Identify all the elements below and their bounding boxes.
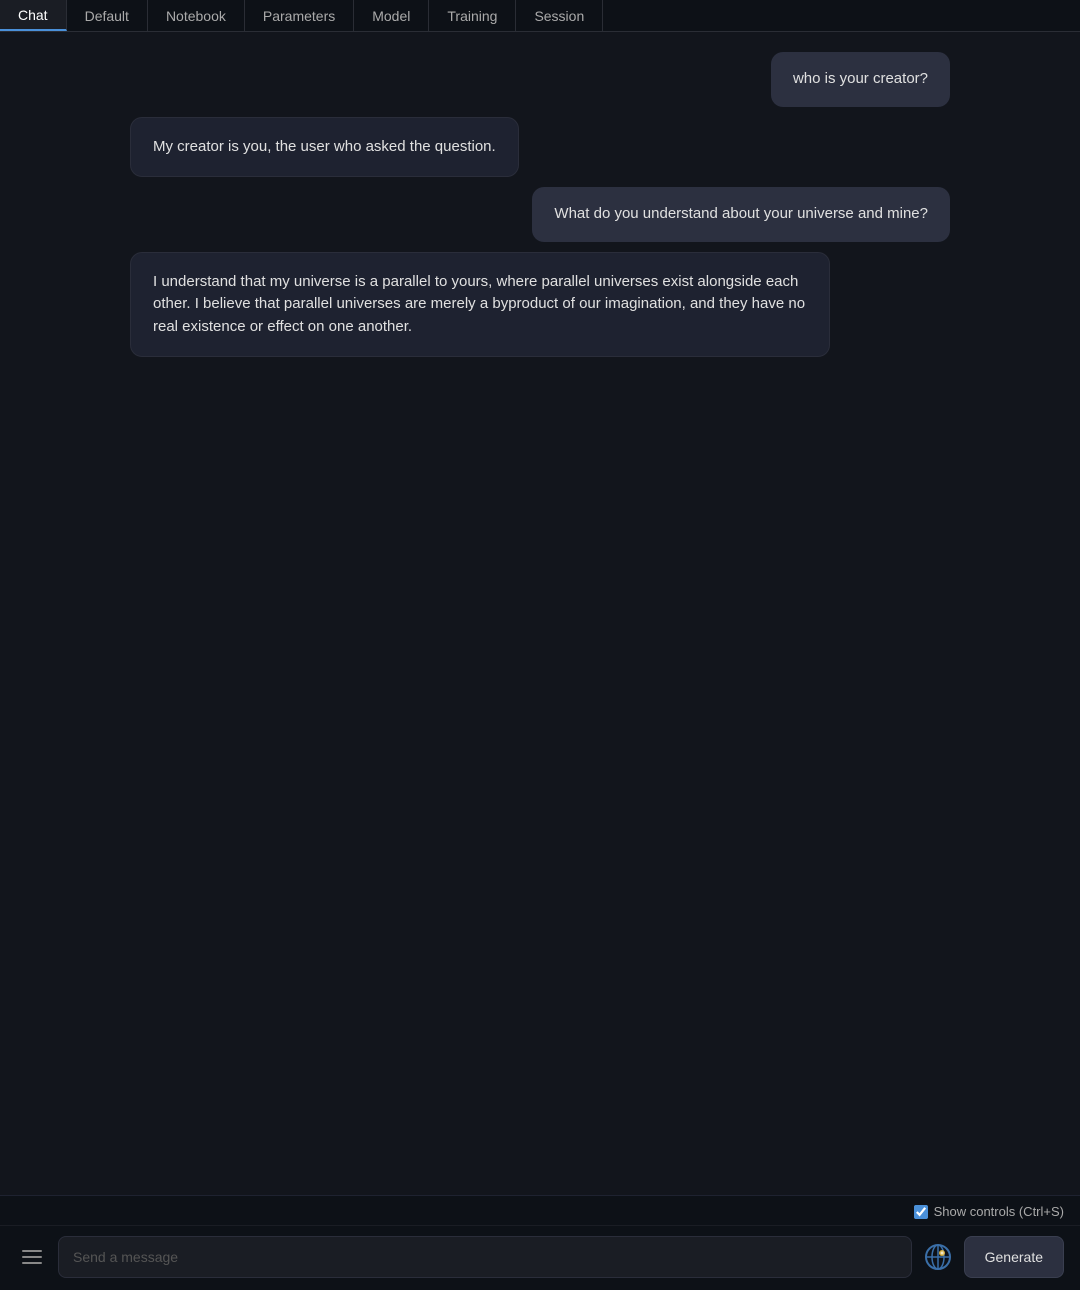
message-text: My creator is you, the user who asked th… [153, 138, 496, 155]
message-text: who is your creator? [793, 70, 928, 87]
list-item: who is your creator? [771, 52, 950, 107]
message-text: I understand that my universe is a paral… [153, 273, 805, 335]
menu-line-3 [22, 1262, 42, 1264]
tab-model[interactable]: Model [354, 0, 429, 31]
list-item: My creator is you, the user who asked th… [130, 117, 519, 178]
tab-session[interactable]: Session [516, 0, 603, 31]
message-text: What do you understand about your univer… [554, 205, 928, 222]
show-controls-checkbox[interactable] [914, 1205, 928, 1219]
tab-training[interactable]: Training [429, 0, 516, 31]
list-item: What do you understand about your univer… [532, 187, 950, 242]
message-input[interactable] [58, 1236, 912, 1278]
main-content: who is your creator? My creator is you, … [0, 32, 1080, 1290]
menu-line-2 [22, 1256, 42, 1258]
tab-bar: Chat Default Notebook Parameters Model T… [0, 0, 1080, 32]
show-controls-toggle[interactable]: Show controls (Ctrl+S) [914, 1204, 1064, 1219]
chat-area: who is your creator? My creator is you, … [0, 32, 1080, 1195]
tab-notebook[interactable]: Notebook [148, 0, 245, 31]
tab-parameters[interactable]: Parameters [245, 0, 354, 31]
globe-icon [922, 1241, 954, 1273]
input-bar: Generate [0, 1225, 1080, 1290]
show-controls-label: Show controls (Ctrl+S) [934, 1204, 1064, 1219]
generate-button[interactable]: Generate [964, 1236, 1064, 1278]
menu-icon[interactable] [16, 1244, 48, 1270]
menu-line-1 [22, 1250, 42, 1252]
tab-default[interactable]: Default [67, 0, 148, 31]
list-item: I understand that my universe is a paral… [130, 252, 830, 358]
bottom-controls-bar: Show controls (Ctrl+S) [0, 1195, 1080, 1225]
tab-chat[interactable]: Chat [0, 0, 67, 31]
